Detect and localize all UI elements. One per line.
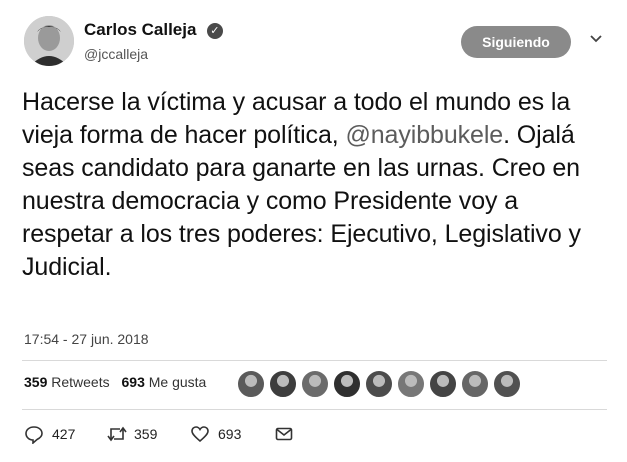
divider <box>22 409 607 410</box>
divider <box>22 360 607 361</box>
liker-avatar[interactable] <box>396 369 426 399</box>
verified-badge-icon: ✓ <box>206 23 223 39</box>
retweets-stat[interactable]: 359 Retweets <box>24 374 110 390</box>
likes-label: Me gusta <box>148 374 207 390</box>
retweets-label: Retweets <box>51 374 110 390</box>
liker-avatar[interactable] <box>300 369 330 399</box>
reply-count: 427 <box>52 426 76 442</box>
like-count: 693 <box>218 426 242 442</box>
retweet-icon <box>107 426 127 442</box>
liker-avatar[interactable] <box>236 369 266 399</box>
liker-avatar[interactable] <box>268 369 298 399</box>
liker-avatar[interactable] <box>428 369 458 399</box>
liker-avatars <box>236 369 524 399</box>
author-names: Carlos Calleja ✓ @jccalleja <box>84 20 223 62</box>
retweet-count: 359 <box>134 426 158 442</box>
avatar-photo <box>24 16 74 66</box>
liker-avatar[interactable] <box>460 369 490 399</box>
retweets-count: 359 <box>24 374 48 390</box>
author-avatar[interactable] <box>24 16 74 66</box>
envelope-icon <box>275 427 293 441</box>
following-button[interactable]: Siguiendo <box>461 26 571 58</box>
heart-icon <box>191 426 209 443</box>
liker-avatar[interactable] <box>492 369 522 399</box>
tweet-stats: 359 Retweets 693 Me gusta <box>24 374 214 390</box>
reply-icon <box>25 426 43 444</box>
tweet-header: Carlos Calleja ✓ @jccalleja Siguiendo <box>24 16 614 72</box>
tweet-timestamp[interactable]: 17:54 - 27 jun. 2018 <box>24 331 149 347</box>
likes-stat[interactable]: 693 Me gusta <box>122 374 207 390</box>
chevron-down-icon[interactable] <box>589 32 603 46</box>
liker-avatar[interactable] <box>332 369 362 399</box>
likes-count: 693 <box>121 374 145 390</box>
liker-avatar[interactable] <box>364 369 394 399</box>
author-handle[interactable]: @jccalleja <box>84 46 223 62</box>
author-name[interactable]: Carlos Calleja <box>84 20 196 40</box>
mention-link[interactable]: @nayibbukele <box>345 121 503 149</box>
tweet-text: Hacerse la víctima y acusar a todo el mu… <box>22 86 607 284</box>
